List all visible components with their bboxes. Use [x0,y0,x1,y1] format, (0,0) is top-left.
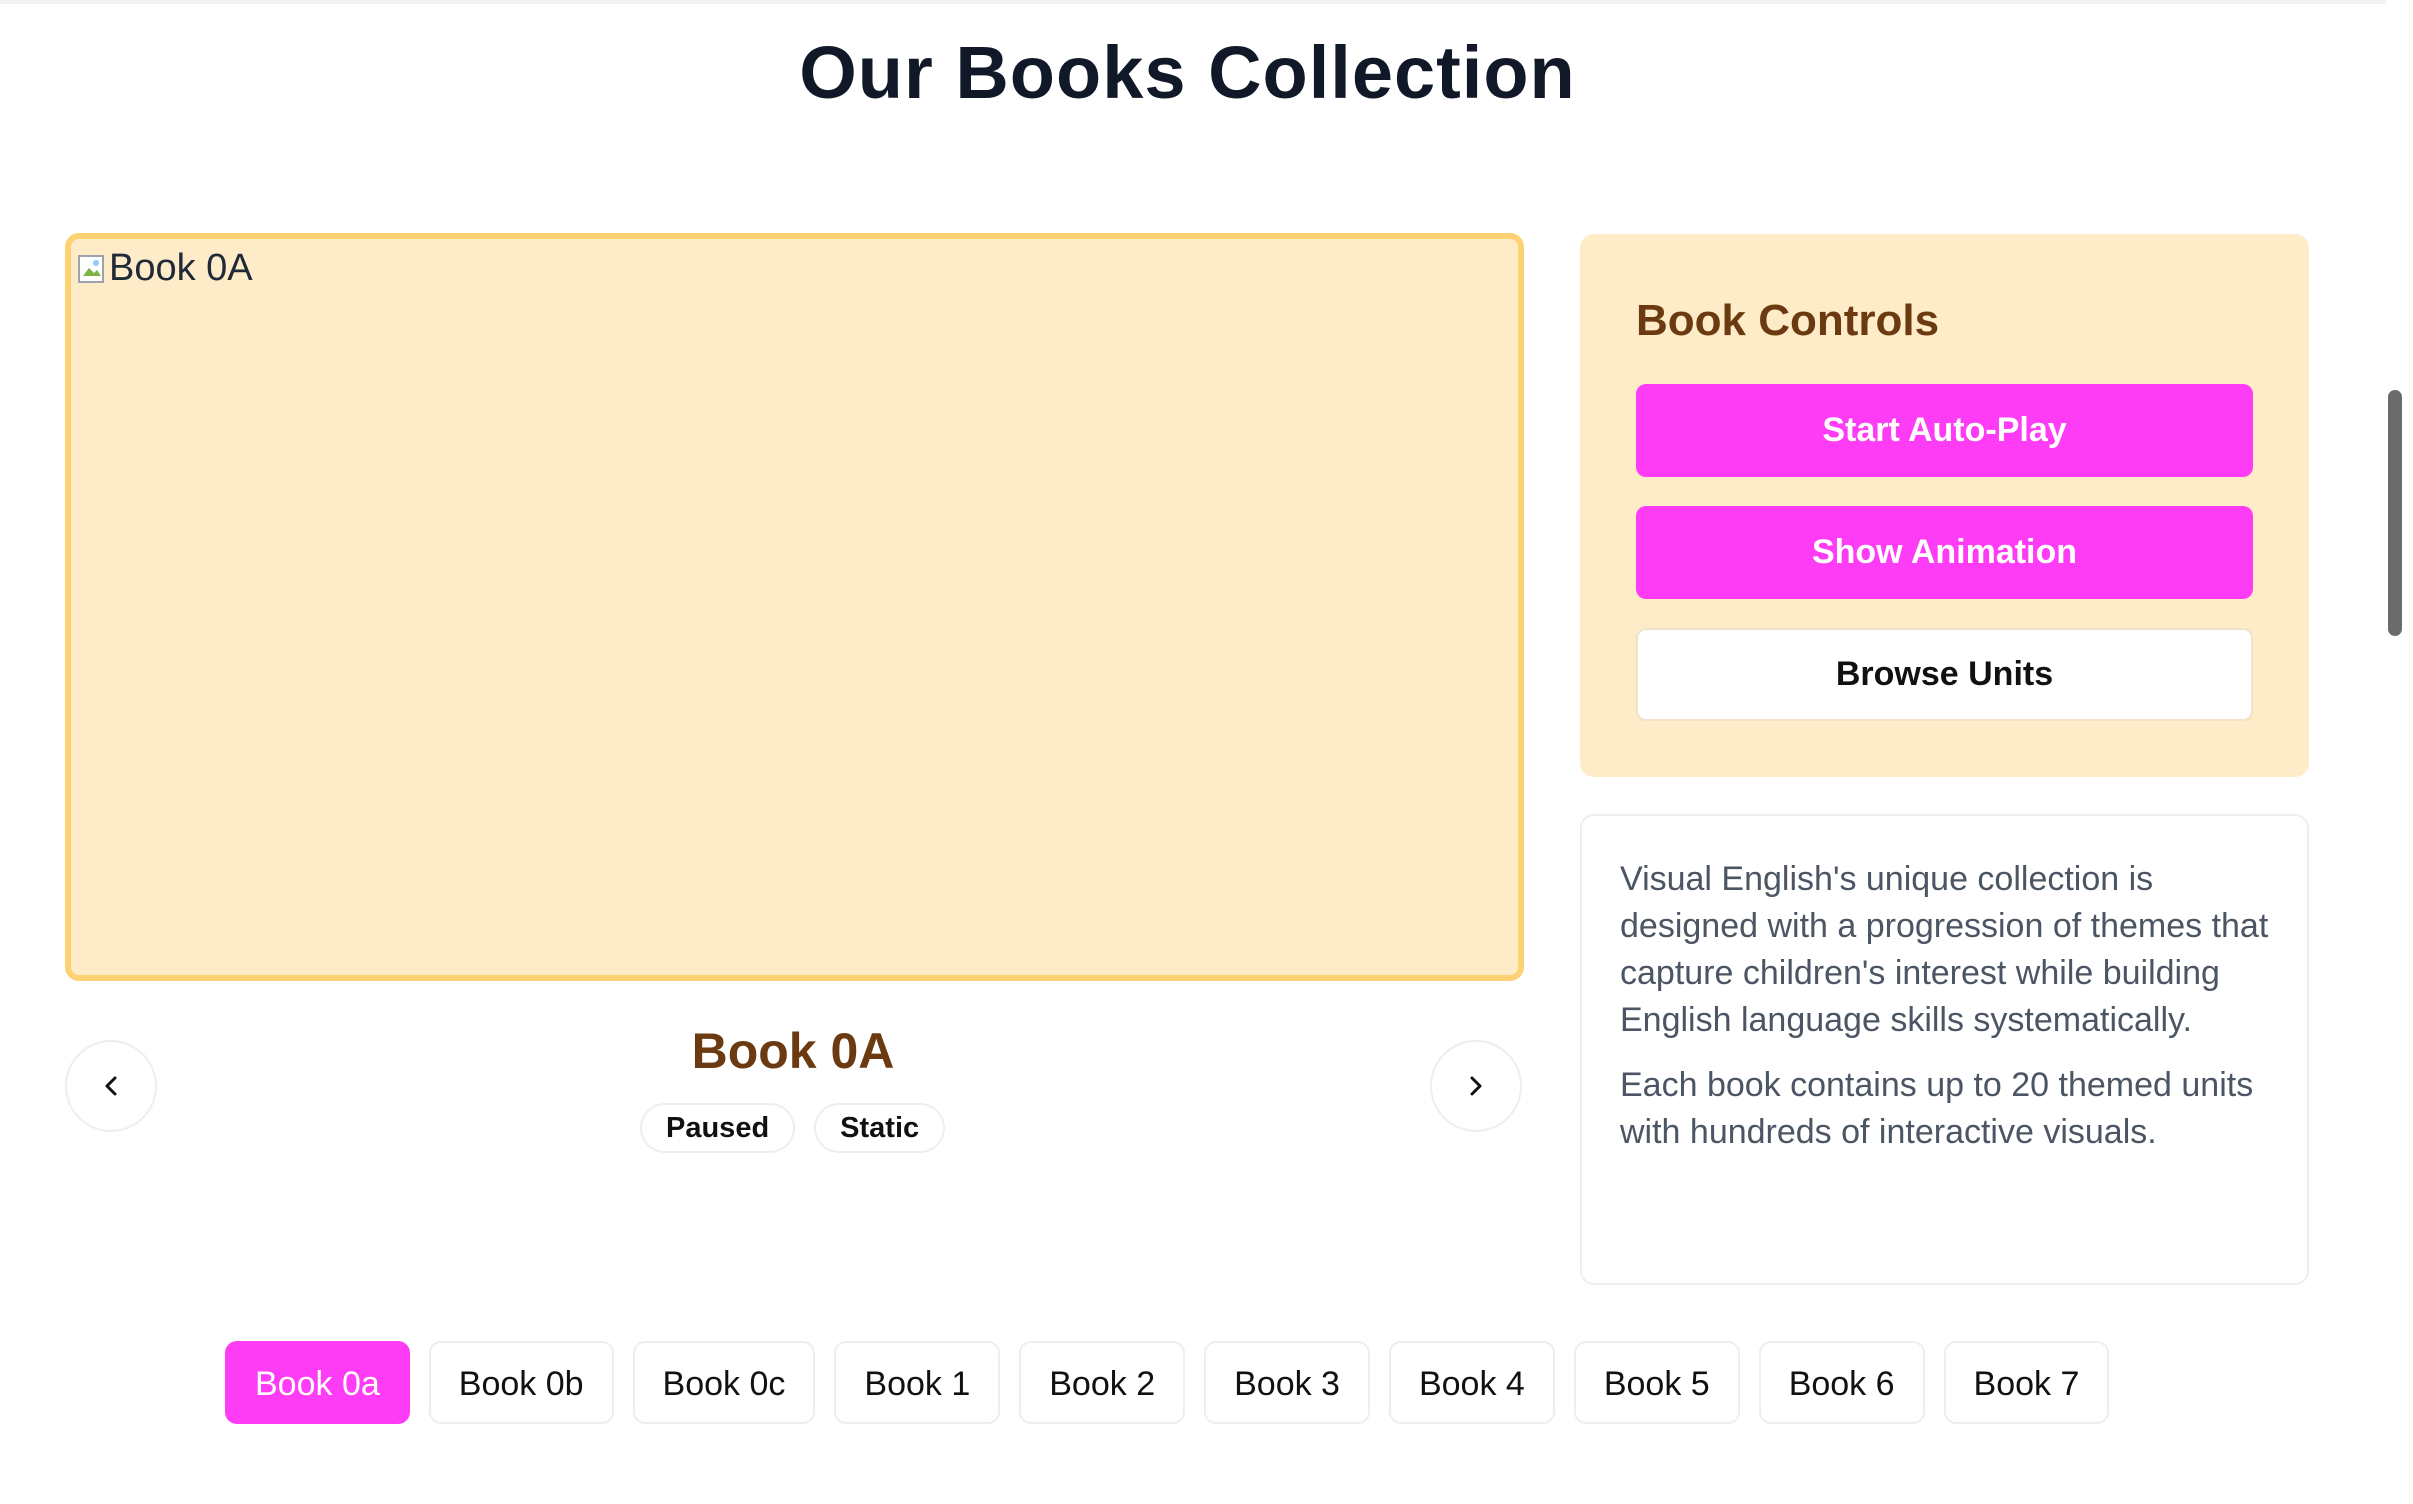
show-animation-button[interactable]: Show Animation [1636,506,2253,599]
tab-book-0b[interactable]: Book 0b [428,1341,614,1424]
tab-book-1[interactable]: Book 1 [834,1341,1001,1424]
previous-book-button[interactable] [65,1040,157,1132]
tab-book-5[interactable]: Book 5 [1573,1341,1740,1424]
book-image-alt-text: Book 0A [109,247,253,289]
page-title: Our Books Collection [799,31,1576,114]
tab-book-6[interactable]: Book 6 [1758,1341,1925,1424]
book-title: Book 0A [691,1023,895,1079]
top-divider [0,0,2386,4]
animation-status-badge: Static [814,1103,946,1153]
info-paragraph: Visual English's unique collection is de… [1620,860,2269,1039]
start-autoplay-button[interactable]: Start Auto-Play [1636,384,2253,477]
scrollbar-thumb[interactable] [2388,390,2402,636]
tab-book-4[interactable]: Book 4 [1388,1341,1555,1424]
tab-book-0a[interactable]: Book 0a [225,1341,410,1424]
chevron-left-icon [105,1076,117,1096]
browse-units-button[interactable]: Browse Units [1636,628,2253,721]
collection-info-card: Visual English's unique collection is de… [1580,814,2309,1285]
info-paragraph: Each book contains up to 20 themed units… [1620,1066,2254,1151]
scrollbar-track[interactable] [2386,0,2413,1504]
book-controls-title: Book Controls [1636,296,1940,345]
tab-book-2[interactable]: Book 2 [1019,1341,1186,1424]
chevron-right-icon [1470,1076,1482,1096]
tab-book-3[interactable]: Book 3 [1204,1341,1370,1424]
next-book-button[interactable] [1430,1040,1522,1132]
tab-book-0c[interactable]: Book 0c [632,1341,816,1424]
book-controls-panel: Book Controls Start Auto-Play Show Anima… [1580,234,2309,777]
book-tabs: Book 0a Book 0b Book 0c Book 1 Book 2 Bo… [225,1341,2110,1424]
book-image: Book 0A [77,247,253,290]
broken-image-icon [77,253,107,285]
book-image-frame: Book 0A [65,233,1524,981]
book-status-badges: Paused Static [640,1103,946,1153]
tab-book-7[interactable]: Book 7 [1943,1341,2110,1424]
page: Our Books Collection Book 0A Book 0A Pau… [0,0,2413,1504]
playback-status-badge: Paused [640,1103,796,1153]
